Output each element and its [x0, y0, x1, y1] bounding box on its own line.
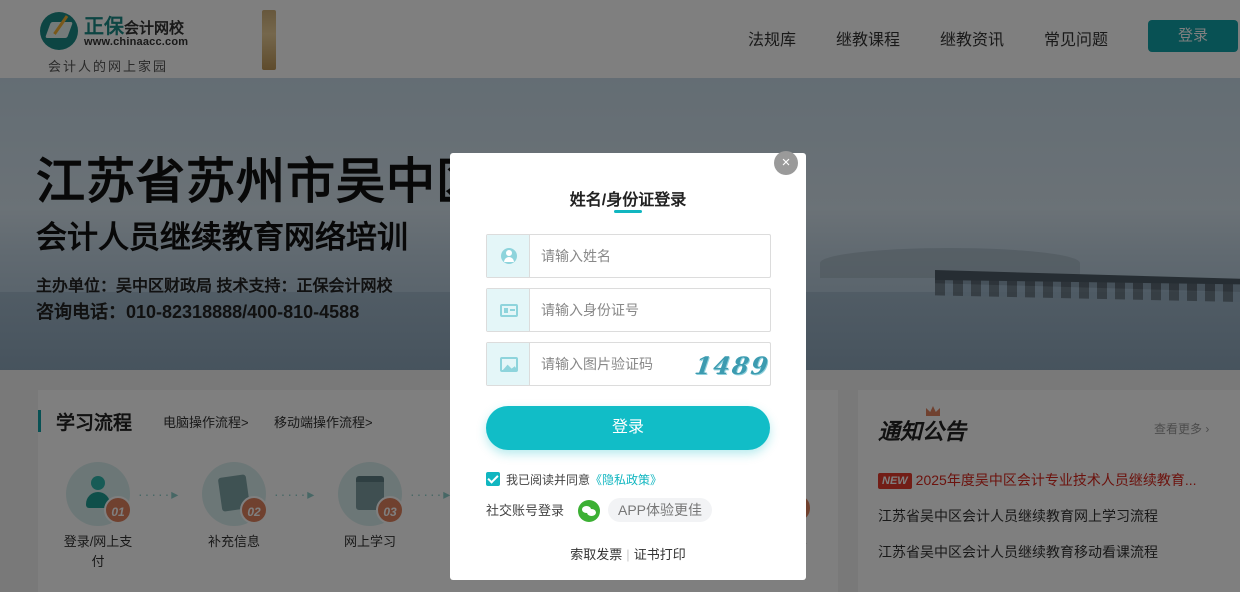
agree-checkbox[interactable] — [486, 472, 500, 486]
close-icon[interactable]: × — [774, 151, 798, 175]
social-login-label: 社交账号登录 — [486, 503, 565, 518]
invoice-link[interactable]: 索取发票 — [570, 547, 622, 562]
field-icon-box — [487, 343, 530, 385]
login-modal: × 姓名/身份证登录 1489 登录 我已阅读并同意《隐私政策》 社交账号登录 … — [450, 151, 806, 580]
certificate-link[interactable]: 证书打印 — [634, 547, 686, 562]
wechat-icon[interactable] — [578, 500, 600, 522]
name-input[interactable] — [541, 246, 691, 266]
id-field — [486, 288, 771, 332]
app-promo-badge[interactable]: APP体验更佳 — [608, 498, 712, 522]
modal-title: 姓名/身份证登录 — [569, 192, 687, 209]
agree-text: 我已阅读并同意 — [506, 473, 591, 487]
field-icon-box — [487, 235, 530, 277]
captcha-input[interactable] — [541, 354, 691, 374]
privacy-policy-link[interactable]: 《隐私政策》 — [590, 473, 662, 487]
image-icon — [500, 357, 518, 372]
captcha-image[interactable]: 1489 — [693, 351, 772, 380]
modal-footer: 索取发票 | 证书打印 — [450, 544, 806, 563]
title-underline — [614, 210, 642, 213]
agreement-row: 我已阅读并同意《隐私政策》 — [486, 471, 662, 488]
captcha-field: 1489 — [486, 342, 772, 386]
login-button[interactable]: 登录 — [486, 406, 770, 450]
field-icon-box — [487, 289, 530, 331]
social-login-row: 社交账号登录 — [486, 500, 600, 522]
user-icon — [501, 248, 517, 264]
footer-separator: | — [626, 547, 630, 562]
id-number-input[interactable] — [541, 300, 691, 320]
id-card-icon — [500, 304, 518, 317]
name-field — [486, 234, 771, 278]
